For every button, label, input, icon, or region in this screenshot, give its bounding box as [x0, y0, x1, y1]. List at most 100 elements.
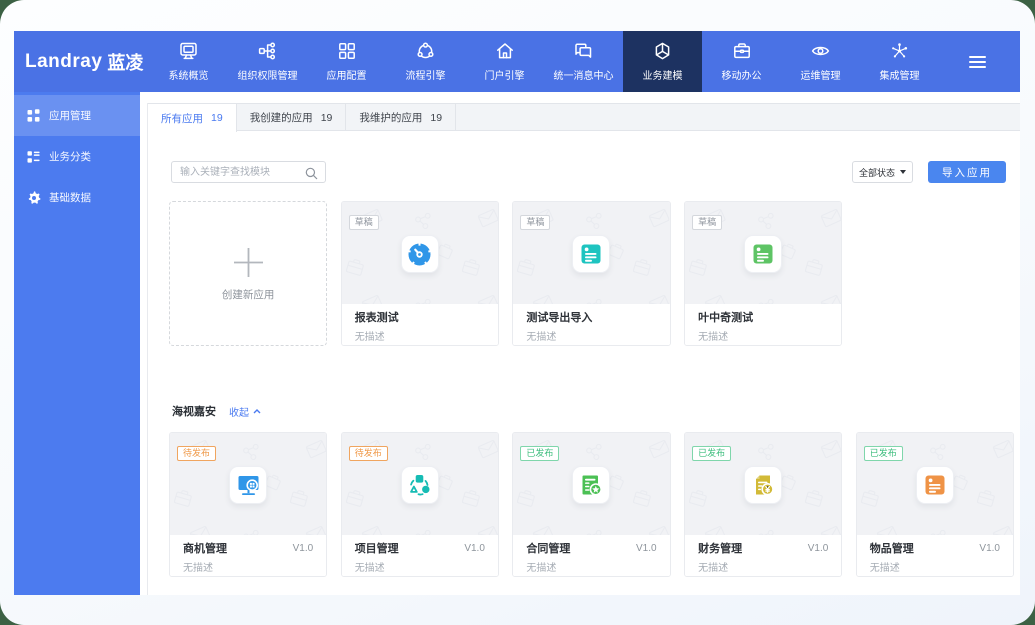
- app-card[interactable]: 已发布 财务管理 V1.0 无描述: [684, 432, 843, 577]
- monitor-grid-icon: [229, 466, 268, 504]
- home-icon: [495, 41, 515, 61]
- card-description: 无描述: [698, 332, 729, 343]
- tab-2[interactable]: 我创建的应用 19: [236, 103, 347, 131]
- note-icon: [915, 466, 954, 504]
- status-filter-select[interactable]: 全部状态: [852, 161, 913, 183]
- doc-yen-icon: [744, 466, 783, 504]
- status-badge: 草稿: [348, 215, 379, 230]
- status-badge: 草稿: [692, 215, 723, 230]
- tab-count: 19: [320, 111, 333, 124]
- logo-text-en: Landray: [25, 50, 103, 72]
- sidebar-item-2[interactable]: 业务分类: [14, 136, 140, 177]
- tab-bar: 所有应用 19 我创建的应用 19 我维护的应用 19: [148, 103, 1020, 132]
- app-card[interactable]: 已发布 物品管理 V1.0 无描述: [855, 432, 1014, 577]
- card-title-row: 测试导出导入: [526, 309, 656, 325]
- card-body: 叶中奇测试 无描述: [685, 304, 842, 345]
- nav-item-2[interactable]: 组织权限管理: [228, 31, 307, 92]
- nav-item-6[interactable]: 统一消息中心: [544, 31, 623, 92]
- nav-item-label: 门户引擎: [484, 71, 525, 82]
- plus-icon: [232, 246, 265, 284]
- card-description: 无描述: [526, 332, 557, 343]
- magnifier-icon[interactable]: [305, 167, 318, 185]
- card-description: 无描述: [526, 563, 557, 574]
- card-version: V1.0: [292, 542, 314, 554]
- tab-count: 19: [430, 111, 443, 124]
- sidebar-item-3[interactable]: 基础数据: [14, 177, 140, 218]
- nav-item-8[interactable]: 移动办公: [702, 31, 781, 92]
- app-card[interactable]: 已发布 合同管理 V1.0 无描述: [512, 432, 671, 577]
- apps-icon: [27, 109, 40, 122]
- sidebar-item-label: 应用管理: [49, 110, 91, 122]
- card-grid-ungrouped: 创建新应用 草稿 报表测试 无描述 草稿 测试导出导入 无描述 草稿 叶中奇测试…: [169, 201, 1014, 346]
- app-card[interactable]: 待发布 商机管理 V1.0 无描述: [169, 432, 328, 577]
- chevron-up-icon: [253, 408, 261, 413]
- card-title-row: 财务管理 V1.0: [698, 540, 828, 556]
- tab-label: 我维护的应用: [359, 112, 423, 124]
- status-badge: 待发布: [177, 446, 217, 461]
- import-app-button[interactable]: 导入应用: [928, 161, 1006, 183]
- nav-item-label: 业务建模: [642, 71, 683, 82]
- nav-item-label: 集成管理: [879, 71, 920, 82]
- card-title: 叶中奇测试: [698, 312, 754, 324]
- category-icon: [27, 150, 40, 163]
- create-app-label: 创建新应用: [221, 288, 275, 301]
- card-description: 无描述: [869, 563, 900, 574]
- tab-count: 19: [211, 112, 223, 124]
- card-title: 合同管理: [526, 543, 571, 555]
- nav-item-1[interactable]: 系统概览: [149, 31, 228, 92]
- nav-item-4[interactable]: 流程引擎: [386, 31, 465, 92]
- card-version: V1.0: [464, 542, 485, 554]
- briefcase-icon: [732, 41, 752, 61]
- app-card[interactable]: 待发布 项目管理 V1.0 无描述: [340, 432, 499, 577]
- cube-icon: [652, 41, 673, 61]
- card-grid-haishijiaan: 待发布 商机管理 V1.0 无描述 待发布 项目管理 V1.0 无描述 已发布 …: [169, 432, 1014, 577]
- card-header-area: 已发布: [513, 433, 670, 535]
- card-description: 无描述: [354, 332, 385, 343]
- panel-divider: [147, 103, 148, 595]
- card-body: 项目管理 V1.0 无描述: [341, 535, 498, 576]
- app-card[interactable]: 草稿 报表测试 无描述: [340, 201, 499, 346]
- top-nav: 系统概览 组织权限管理 应用配置 流程引擎 门户引擎 统一消息中心 业务建模 移…: [149, 31, 939, 92]
- app-card[interactable]: 草稿 测试导出导入 无描述: [512, 201, 671, 346]
- search-input[interactable]: [180, 162, 300, 182]
- note-icon: [572, 235, 611, 273]
- gauge-icon: [400, 235, 439, 273]
- card-header-area: 已发布: [856, 433, 1013, 535]
- monitor-icon: [178, 41, 199, 61]
- nav-item-9[interactable]: 运维管理: [781, 31, 860, 92]
- nav-item-3[interactable]: 应用配置: [307, 31, 386, 92]
- nav-item-10[interactable]: 集成管理: [860, 31, 939, 92]
- app-card[interactable]: 草稿 叶中奇测试 无描述: [684, 201, 843, 346]
- top-header: Landray 蓝凌 系统概览 组织权限管理 应用配置 流程引擎 门户引擎 统一…: [14, 31, 1020, 92]
- menu-hamburger-icon[interactable]: [969, 56, 986, 68]
- gear-icon: [27, 191, 41, 204]
- card-title: 物品管理: [869, 543, 914, 555]
- card-title: 商机管理: [183, 543, 227, 555]
- status-badge: 草稿: [520, 215, 551, 230]
- nav-item-label: 系统概览: [168, 71, 209, 82]
- nav-item-label: 应用配置: [326, 71, 367, 82]
- nav-item-5[interactable]: 门户引擎: [465, 31, 544, 92]
- card-header-area: 草稿: [685, 202, 842, 304]
- nav-item-7[interactable]: 业务建模: [623, 31, 702, 92]
- card-title-row: 报表测试: [355, 309, 485, 325]
- create-app-card[interactable]: 创建新应用: [169, 201, 328, 346]
- section-header: 海视嘉安 收起: [172, 403, 261, 419]
- collapse-label: 收起: [229, 407, 249, 419]
- card-version: V1.0: [636, 542, 657, 554]
- card-title: 财务管理: [698, 543, 743, 555]
- collapse-link[interactable]: 收起: [229, 404, 261, 419]
- nav-item-label: 组织权限管理: [237, 71, 298, 82]
- card-title: 报表测试: [354, 312, 399, 324]
- card-description: 无描述: [698, 563, 729, 574]
- sidebar-item-1[interactable]: 应用管理: [14, 95, 140, 136]
- card-header-area: 待发布: [341, 433, 498, 535]
- tab-3[interactable]: 我维护的应用 19: [346, 103, 457, 131]
- nav-item-label: 运维管理: [800, 71, 841, 82]
- card-body: 测试导出导入 无描述: [513, 304, 670, 345]
- search-box: [171, 161, 326, 183]
- card-header-area: 已发布: [685, 433, 842, 535]
- tab-1[interactable]: 所有应用 19: [148, 103, 237, 132]
- card-description: 无描述: [354, 563, 385, 574]
- card-description: 无描述: [183, 563, 213, 574]
